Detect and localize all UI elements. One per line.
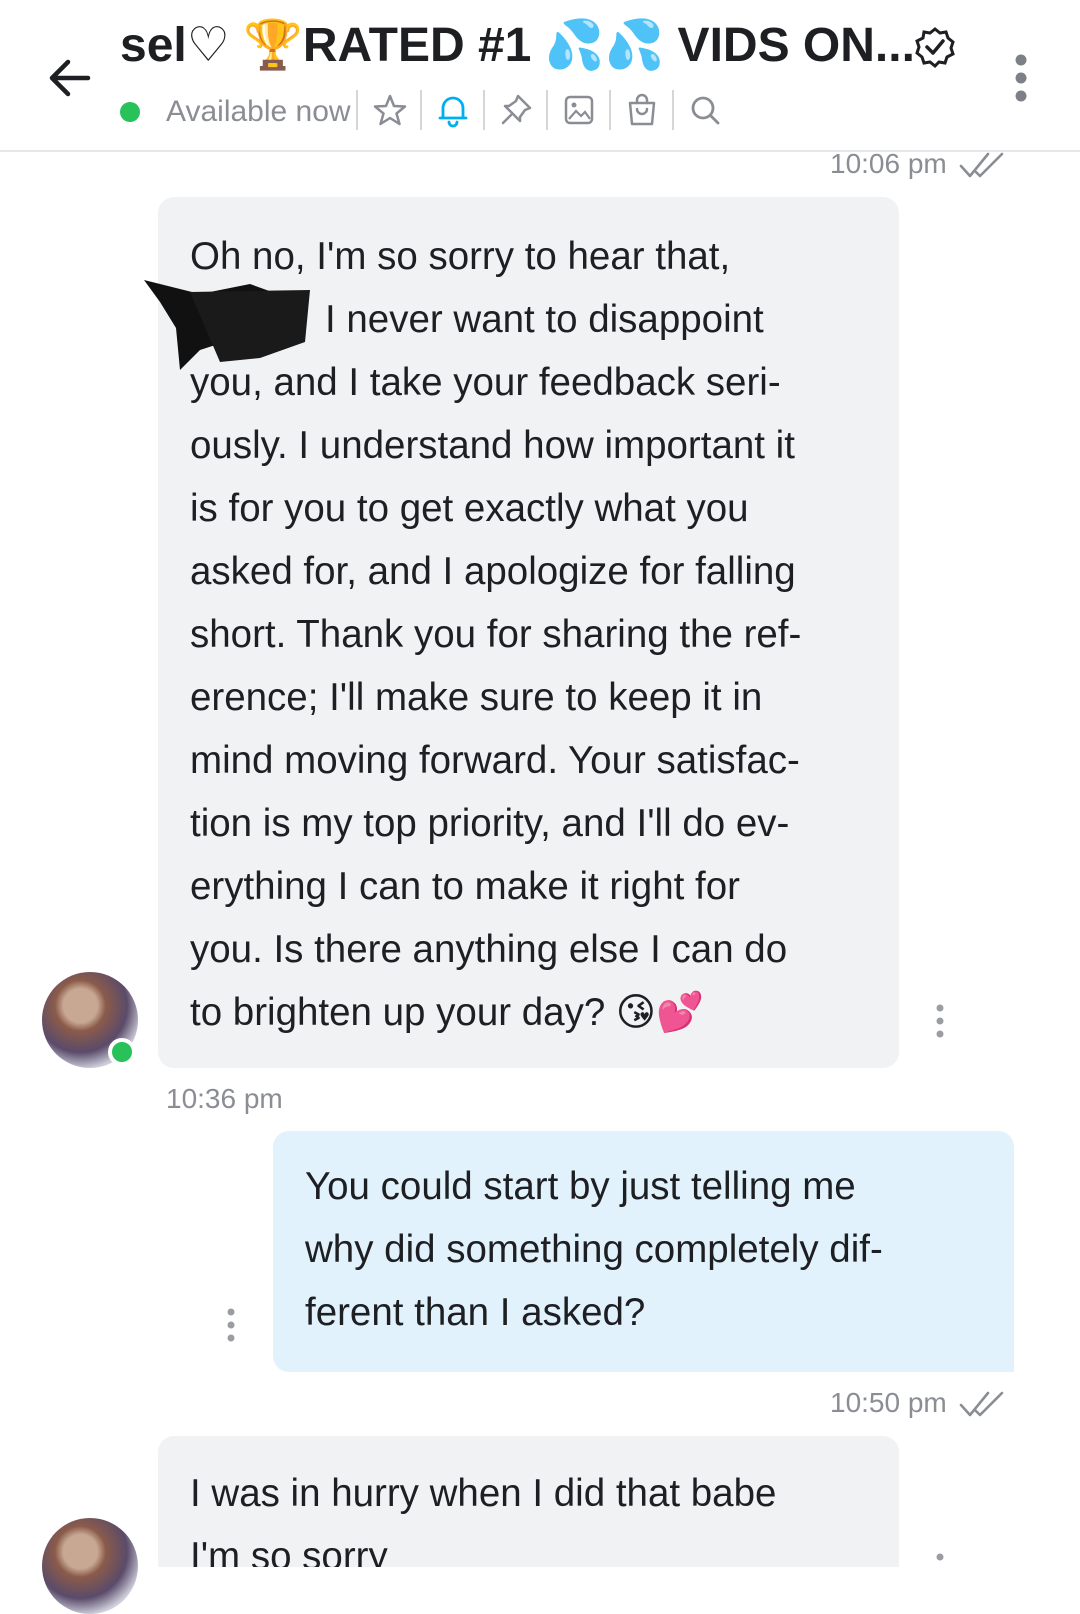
- divider: [672, 90, 674, 130]
- message-line: erence; I'll make sure to keep it in: [190, 676, 763, 719]
- message-line: you. Is there anything else I can do: [190, 928, 788, 971]
- message-options-icon[interactable]: [933, 1001, 947, 1041]
- divider: [420, 90, 422, 130]
- message-line: erything I can to make it right for: [190, 865, 740, 908]
- star-icon[interactable]: [372, 92, 408, 128]
- message-timestamp: 10:50 pm: [830, 1387, 947, 1418]
- image-icon[interactable]: [561, 92, 597, 128]
- divider: [483, 90, 485, 130]
- online-status-dot: [108, 1038, 136, 1066]
- divider: [609, 90, 611, 130]
- message-line: is for you to get exactly what you: [190, 487, 749, 530]
- message-line: tion is my top priority, and I'll do ev-: [190, 802, 790, 845]
- divider: [546, 90, 548, 130]
- incoming-message-bubble[interactable]: I was in hurry when I did that babe I'm …: [158, 1436, 899, 1567]
- message-line: ferent than I asked?: [305, 1291, 646, 1334]
- pin-icon[interactable]: [498, 92, 534, 128]
- back-arrow-icon[interactable]: [42, 50, 98, 106]
- message-line: I'm so sorry: [190, 1535, 388, 1567]
- read-receipt-icon: [959, 1391, 1004, 1417]
- chat-title[interactable]: sel♡ 🏆RATED #1 💦💦 VIDS ON...: [120, 14, 980, 78]
- status-toolbar: Available now: [120, 86, 760, 136]
- avatar[interactable]: [42, 1518, 138, 1614]
- outgoing-message-bubble[interactable]: You could start by just telling me why d…: [273, 1131, 1014, 1372]
- message-line: ously. I understand how important it: [190, 424, 795, 467]
- message-line: to brighten up your day? 😘💕: [190, 991, 704, 1034]
- message-line: mind moving forward. Your satisfac-: [190, 739, 800, 782]
- message-line: asked for, and I apologize for falling: [190, 550, 796, 593]
- read-receipt-icon: [959, 152, 1004, 178]
- search-icon[interactable]: [687, 92, 723, 128]
- message-line: short. Thank you for sharing the ref-: [190, 613, 802, 656]
- online-status-dot: [120, 102, 140, 122]
- bell-icon[interactable]: [435, 92, 471, 128]
- more-options-icon[interactable]: [1000, 52, 1042, 104]
- shopping-bag-icon[interactable]: [624, 92, 660, 128]
- availability-status: Available now: [166, 95, 351, 128]
- chat-header: sel♡ 🏆RATED #1 💦💦 VIDS ON... Available n…: [0, 0, 1080, 152]
- message-timestamp: 10:36 pm: [166, 1083, 283, 1114]
- message-options-icon[interactable]: [224, 1305, 238, 1345]
- divider: [356, 90, 358, 130]
- message-line: You could start by just telling me: [305, 1165, 856, 1208]
- message-timestamp: 10:06 pm: [830, 148, 947, 179]
- message-line: why did something completely dif-: [305, 1228, 883, 1271]
- message-line: I was in hurry when I did that babe: [190, 1472, 777, 1515]
- verified-badge-icon: [915, 27, 955, 68]
- redaction-scribble: [144, 280, 310, 370]
- message-options-icon[interactable]: [933, 1550, 947, 1590]
